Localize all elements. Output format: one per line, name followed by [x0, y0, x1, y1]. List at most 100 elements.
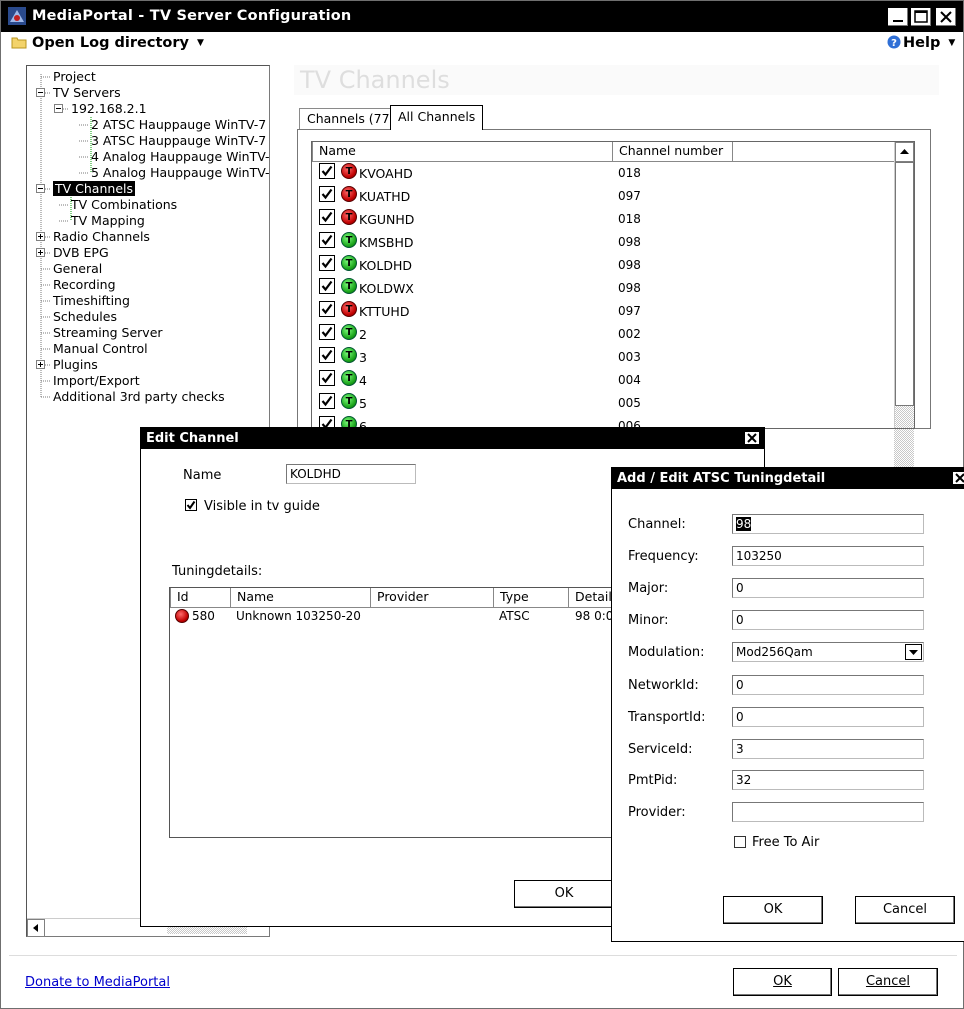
tree-item-streaming-server[interactable]: Streaming Server — [53, 325, 163, 341]
column-header-channel-number[interactable]: Channel number — [612, 142, 733, 162]
provider-field[interactable] — [732, 802, 924, 822]
channel-row[interactable]: T 2 002 — [312, 323, 914, 346]
channel-enabled-checkbox[interactable] — [319, 301, 335, 317]
table-row[interactable]: 580 Unknown 103250-20 ATSC 98 0:0 — [170, 608, 628, 626]
channel-enabled-checkbox[interactable] — [319, 347, 335, 363]
close-button[interactable] — [935, 7, 957, 27]
tree-item-tv-mapping[interactable]: TV Mapping — [71, 213, 145, 229]
tree-item-timeshifting[interactable]: Timeshifting — [53, 293, 130, 309]
column-header-provider[interactable]: Provider — [370, 588, 494, 608]
scrollbar-track[interactable] — [895, 406, 914, 428]
channel-enabled-checkbox[interactable] — [319, 278, 335, 294]
channel-row[interactable]: T 5 005 — [312, 392, 914, 415]
channel-row[interactable]: T KTTUHD 097 — [312, 300, 914, 323]
channel-enabled-checkbox[interactable] — [319, 370, 335, 386]
scroll-up-button[interactable] — [895, 142, 914, 162]
vertical-scrollbar[interactable] — [894, 142, 914, 428]
modulation-select[interactable]: Mod256Qam — [732, 642, 924, 662]
field-label: NetworkId: — [628, 678, 699, 693]
channel-enabled-checkbox[interactable] — [319, 232, 335, 248]
tv-status-letter: T — [345, 235, 353, 246]
name-field[interactable]: KOLDHD — [286, 464, 416, 484]
tree-item-label: Radio Channels — [53, 229, 150, 244]
tree-item-plugins[interactable]: Plugins — [53, 357, 98, 373]
visible-in-guide-checkbox[interactable] — [185, 499, 197, 511]
tree-item-manual-control[interactable]: Manual Control — [53, 341, 148, 357]
channel-row[interactable]: T 3 003 — [312, 346, 914, 369]
tree-item-recording[interactable]: Recording — [53, 277, 116, 293]
column-header-empty[interactable] — [732, 142, 896, 162]
atsc-cancel-button[interactable]: Cancel — [855, 896, 955, 924]
channel-enabled-checkbox[interactable] — [319, 186, 335, 202]
expand-icon[interactable] — [36, 232, 45, 241]
edit-channel-title-bar[interactable]: Edit Channel — [141, 428, 764, 449]
channel-field[interactable]: 98 — [732, 514, 924, 534]
channel-row[interactable]: T KGUNHD 018 — [312, 208, 914, 231]
major-field[interactable]: 0 — [732, 578, 924, 598]
collapse-icon[interactable] — [54, 104, 63, 113]
chevron-down-icon[interactable] — [905, 644, 922, 660]
tuningdetails-list[interactable]: Id Name Provider Type Detail 580 Unknown… — [169, 587, 629, 838]
tree-item-192-168-2-1[interactable]: 192.168.2.1 — [71, 101, 147, 117]
donate-link[interactable]: Donate to MediaPortal — [25, 975, 170, 990]
minor-field[interactable]: 0 — [732, 610, 924, 630]
networkid-field[interactable]: 0 — [732, 675, 924, 695]
minimize-button[interactable] — [887, 7, 909, 27]
scroll-left-button[interactable] — [27, 919, 45, 937]
tree-item-general[interactable]: General — [53, 261, 102, 277]
expand-icon[interactable] — [36, 248, 45, 257]
column-header-name[interactable]: Name — [230, 588, 371, 608]
collapse-icon[interactable] — [36, 184, 45, 193]
channel-row[interactable]: T KOLDWX 098 — [312, 277, 914, 300]
tree-item-import-export[interactable]: Import/Export — [53, 373, 140, 389]
tree-item-tv-channels[interactable]: TV Channels — [53, 181, 135, 197]
channel-row[interactable]: T 4 004 — [312, 369, 914, 392]
tree-item-4-analog-hauppauge-wintv[interactable]: 4 Analog Hauppauge WinTV- — [91, 149, 270, 165]
collapse-icon[interactable] — [36, 88, 45, 97]
transportid-field[interactable]: 0 — [732, 707, 924, 727]
channel-row[interactable]: T KVOAHD 018 — [312, 162, 914, 185]
frequency-field[interactable]: 103250 — [732, 546, 924, 566]
channel-row[interactable]: T KUATHD 097 — [312, 185, 914, 208]
column-header-id[interactable]: Id — [170, 588, 231, 608]
free-to-air-checkbox[interactable] — [734, 836, 746, 848]
tree-item-project[interactable]: Project — [53, 69, 96, 85]
tree-item-3-atsc-hauppauge-wintv-7[interactable]: 3 ATSC Hauppauge WinTV-7 — [91, 133, 266, 149]
scrollbar-thumb[interactable] — [895, 162, 914, 406]
tab-channels[interactable]: Channels (77) — [299, 108, 403, 130]
expand-icon[interactable] — [36, 360, 45, 369]
title-bar[interactable]: MediaPortal - TV Server Configuration — [1, 1, 963, 32]
channel-list[interactable]: Name Channel number T KVOAHD 018 T KUATH… — [311, 141, 915, 429]
tree-item-5-analog-hauppauge-wintv[interactable]: 5 Analog Hauppauge WinTV- — [91, 165, 270, 181]
tree-item-dvb-epg[interactable]: DVB EPG — [53, 245, 109, 261]
channel-enabled-checkbox[interactable] — [319, 393, 335, 409]
edit-channel-close-button[interactable] — [744, 431, 760, 445]
tree-item-additional-3rd-party-checks[interactable]: Additional 3rd party checks — [53, 389, 225, 405]
main-cancel-button[interactable]: Cancel — [838, 968, 938, 996]
channel-name: KVOAHD — [359, 166, 413, 181]
tree-item-tv-servers[interactable]: TV Servers — [53, 85, 121, 101]
tab-all-channels[interactable]: All Channels — [390, 105, 484, 130]
column-header-name[interactable]: Name — [312, 142, 613, 162]
channel-enabled-checkbox[interactable] — [319, 163, 335, 179]
edit-channel-ok-button[interactable]: OK — [514, 880, 614, 908]
tree-item-schedules[interactable]: Schedules — [53, 309, 117, 325]
atsc-dialog-title-bar[interactable]: Add / Edit ATSC Tuningdetail — [612, 468, 964, 489]
channel-enabled-checkbox[interactable] — [319, 255, 335, 271]
atsc-dialog-close-button[interactable] — [952, 471, 964, 485]
channel-enabled-checkbox[interactable] — [319, 209, 335, 225]
channel-row[interactable]: T KOLDHD 098 — [312, 254, 914, 277]
main-ok-button[interactable]: OK — [733, 968, 832, 996]
help-menu[interactable]: ? Help ▼ — [887, 35, 955, 53]
channel-row[interactable]: T KMSBHD 098 — [312, 231, 914, 254]
open-log-directory-menu[interactable]: Open Log directory ▼ — [11, 35, 204, 53]
tree-item-2-atsc-hauppauge-wintv-7[interactable]: 2 ATSC Hauppauge WinTV-7 — [91, 117, 266, 133]
atsc-ok-button[interactable]: OK — [723, 896, 823, 924]
serviceid-field[interactable]: 3 — [732, 739, 924, 759]
tree-item-radio-channels[interactable]: Radio Channels — [53, 229, 150, 245]
pmtpid-field[interactable]: 32 — [732, 770, 924, 790]
maximize-button[interactable] — [910, 7, 932, 27]
channel-enabled-checkbox[interactable] — [319, 324, 335, 340]
tree-item-tv-combinations[interactable]: TV Combinations — [71, 197, 177, 213]
column-header-type[interactable]: Type — [493, 588, 569, 608]
